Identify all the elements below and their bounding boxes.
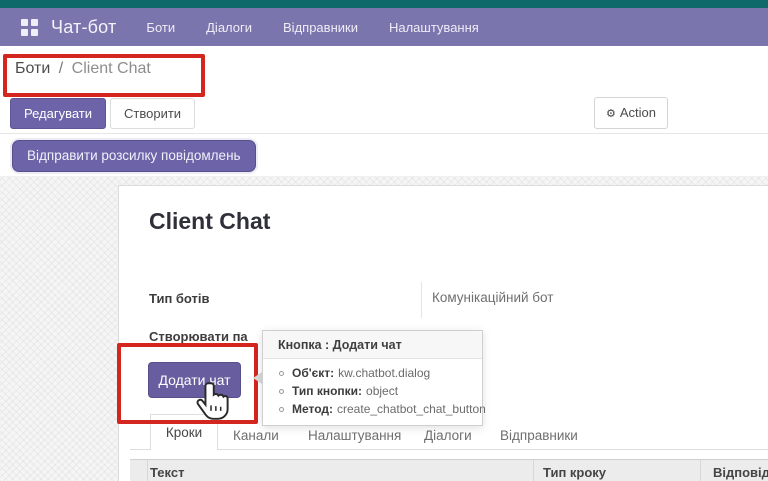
nav-item-settings[interactable]: Налаштування: [389, 20, 479, 35]
edit-button[interactable]: Редагувати: [10, 98, 107, 129]
main-navbar: Чат-бот Боти Діалоги Відправники Налашту…: [0, 8, 768, 46]
record-title: Client Chat: [149, 208, 271, 234]
breadcrumb-current: Client Chat: [71, 60, 151, 77]
tooltip-row-object: Об'єкт: kw.chatbot.dialog: [279, 366, 474, 380]
create-button[interactable]: Створити: [110, 98, 196, 129]
tooltip-row-button-type: Тип кнопки: object: [279, 384, 474, 398]
tooltip-body: Об'єкт: kw.chatbot.dialog Тип кнопки: ob…: [263, 359, 486, 416]
tab-dialogs[interactable]: Діалоги: [424, 428, 472, 443]
app-title[interactable]: Чат-бот: [51, 17, 116, 38]
tab-channels[interactable]: Канали: [233, 428, 279, 443]
circle-bullet-icon: [279, 388, 284, 394]
gear-icon: ⚙: [606, 108, 616, 120]
field-divider: [421, 282, 422, 318]
column-divider: [533, 460, 534, 481]
circle-bullet-icon: [279, 370, 284, 376]
button-tooltip: Кнопка : Додати чат Об'єкт: kw.chatbot.d…: [262, 330, 486, 426]
add-chat-button[interactable]: Додати чат: [148, 362, 241, 398]
table-handle-column: [130, 460, 148, 481]
tabs-bottom-border: [130, 449, 768, 450]
breadcrumb-parent[interactable]: Боти: [15, 60, 50, 77]
table-header-text[interactable]: Текст: [150, 460, 184, 481]
steps-table-header: Текст Тип кроку Відповідь: [130, 459, 768, 481]
tooltip-object-value: kw.chatbot.dialog: [338, 366, 431, 380]
nav-menu: Боти Діалоги Відправники Налаштування: [146, 20, 478, 35]
field-label-bot-type: Тип ботів: [149, 291, 210, 306]
tab-settings[interactable]: Налаштування: [308, 428, 401, 443]
column-divider: [700, 460, 701, 481]
nav-item-bots[interactable]: Боти: [146, 20, 175, 35]
action-button-label: Action: [619, 105, 657, 120]
tooltip-button-type-value: object: [366, 384, 399, 398]
tooltip-object-label: Об'єкт:: [292, 366, 335, 380]
statusbar: Відправити розсилку повідомлень: [0, 134, 768, 176]
tooltip-method-label: Метод:: [292, 402, 334, 416]
apps-grid-icon[interactable]: [21, 18, 38, 36]
tab-steps[interactable]: Кроки: [150, 414, 218, 450]
nav-item-dialogs[interactable]: Діалоги: [206, 20, 252, 35]
breadcrumb-separator: /: [58, 60, 64, 77]
tab-senders[interactable]: Відправники: [500, 428, 578, 443]
tooltip-title: Кнопка : Додати чат: [263, 331, 482, 359]
tooltip-method-value: create_chatbot_chat_button: [337, 402, 486, 416]
app-window: Чат-бот Боти Діалоги Відправники Налашту…: [0, 0, 768, 481]
breadcrumb-row: Боти / Client Chat: [0, 46, 768, 96]
field-label-create-partial: Створювати па: [149, 329, 248, 344]
tooltip-row-method: Метод: create_chatbot_chat_button: [279, 402, 486, 416]
tooltip-arrow: [253, 372, 262, 384]
table-header-step-type[interactable]: Тип кроку: [543, 460, 606, 481]
circle-bullet-icon: [279, 406, 284, 412]
browser-top-strip: [0, 0, 768, 8]
action-button[interactable]: ⚙ Action: [594, 97, 669, 129]
nav-item-senders[interactable]: Відправники: [283, 20, 358, 35]
table-header-answer[interactable]: Відповідь: [713, 460, 768, 481]
breadcrumb: Боти / Client Chat: [15, 60, 151, 78]
tooltip-button-type-label: Тип кнопки:: [292, 384, 363, 398]
broadcast-button[interactable]: Відправити розсилку повідомлень: [12, 140, 256, 172]
field-value-bot-type[interactable]: Комунікаційний бот: [432, 290, 553, 305]
